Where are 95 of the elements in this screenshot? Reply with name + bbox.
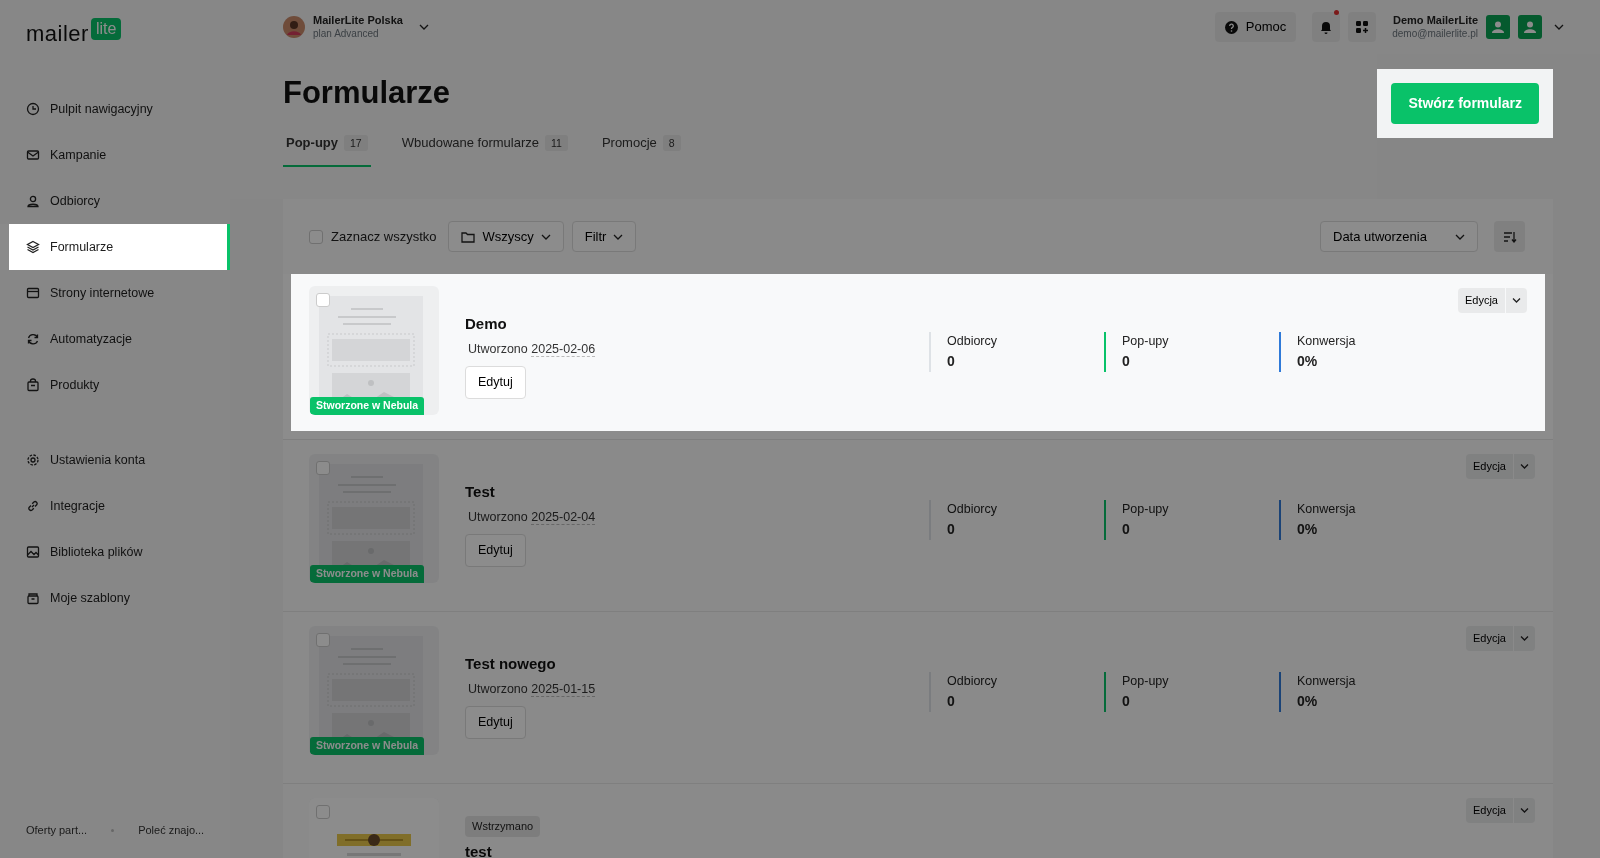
dropdown-button[interactable] — [1514, 626, 1535, 651]
nebula-badge: Stworzone w Nebula — [310, 565, 425, 583]
logo-text: mailer — [26, 20, 89, 48]
sidebar-item[interactable]: Formularze — [9, 224, 230, 270]
sort-icon — [1502, 230, 1517, 243]
page-title: Formularze — [283, 74, 452, 112]
row-checkbox[interactable] — [316, 805, 330, 819]
stat-value: 0 — [947, 691, 956, 711]
user-email: demo@mailerlite.pl — [1392, 27, 1478, 41]
tab[interactable]: Promocje 8 — [598, 133, 684, 167]
dropdown-button[interactable] — [1514, 454, 1535, 479]
plan-name: plan Advanced — [313, 27, 380, 41]
chevron-down-icon — [1455, 233, 1465, 240]
user-avatar-icon[interactable] — [1518, 15, 1542, 39]
stat-value: 0 — [1122, 519, 1131, 539]
status-badge: Wstrzymano — [465, 816, 541, 837]
edit-menu-button[interactable]: Edycja — [1465, 454, 1513, 479]
stat-label: Odbiorcy — [947, 673, 999, 690]
edit-button[interactable]: Edytuj — [465, 534, 526, 567]
stat-value: 0 — [947, 519, 956, 539]
bell-icon — [1320, 20, 1333, 34]
stat-value: 0% — [1297, 691, 1319, 711]
stat-label: Pop-upy — [1122, 501, 1170, 518]
created-date: Utworzono 2025-02-04 — [468, 508, 596, 527]
chevron-down-icon — [1520, 463, 1529, 469]
form-title[interactable]: Test — [465, 481, 495, 504]
row-checkbox[interactable] — [316, 633, 330, 647]
chevron-down-icon — [613, 233, 624, 240]
nebula-badge: Stworzone w Nebula — [310, 397, 425, 415]
stat-value: 0% — [1297, 519, 1319, 539]
envelope-icon — [26, 148, 40, 162]
browser-icon — [26, 286, 40, 300]
stat-label: Pop-upy — [1122, 333, 1170, 350]
image-icon — [26, 545, 40, 559]
stat-label: Konwersja — [1297, 333, 1357, 350]
chevron-down-icon — [540, 233, 551, 240]
folder-dropdown[interactable]: Wszyscy — [448, 221, 564, 252]
edit-button[interactable]: Edytuj — [465, 366, 526, 399]
clock-icon — [26, 102, 40, 116]
form-title[interactable]: test — [465, 840, 492, 858]
tab[interactable]: Wbudowane formularze 11 — [398, 133, 571, 167]
folder-icon — [461, 230, 476, 243]
row-checkbox[interactable] — [316, 293, 330, 307]
stat-value: 0 — [947, 351, 956, 371]
logo-badge: lite — [90, 18, 122, 40]
stat-value: 0 — [1122, 351, 1131, 371]
person-icon — [26, 194, 40, 208]
edit-menu-button[interactable]: Edycja — [1457, 288, 1505, 313]
refresh-icon — [26, 332, 40, 346]
sort-dropdown[interactable]: Data utworzenia — [1320, 221, 1478, 252]
filter-dropdown[interactable]: Filtr — [571, 221, 637, 252]
stat-label: Odbiorcy — [947, 333, 999, 350]
form-title[interactable]: Test nowego — [465, 653, 556, 676]
stat-label: Odbiorcy — [947, 501, 999, 518]
stat-value: 0% — [1297, 351, 1319, 371]
select-all-checkbox[interactable]: Zaznacz wszystko — [309, 226, 437, 247]
person-icon — [1524, 21, 1536, 33]
tab[interactable]: Pop-upy 17 — [283, 133, 371, 167]
bag-icon — [26, 378, 40, 392]
edit-button[interactable]: Edytuj — [465, 706, 526, 739]
user-name: Demo MailerLite — [1392, 13, 1478, 28]
person-icon — [1492, 21, 1504, 33]
chevron-down-icon — [1520, 635, 1529, 641]
user-avatar-icon[interactable] — [1486, 15, 1510, 39]
dropdown-button[interactable] — [1514, 798, 1535, 823]
form-title[interactable]: Demo — [465, 313, 507, 336]
stat-value: 0 — [1122, 691, 1131, 711]
row-checkbox[interactable] — [316, 461, 330, 475]
created-date: Utworzono 2025-01-15 — [468, 680, 596, 699]
edit-menu-button[interactable]: Edycja — [1465, 798, 1513, 823]
notifications-button[interactable] — [1312, 12, 1341, 42]
gear-icon — [26, 453, 40, 467]
sort-order-button[interactable] — [1494, 221, 1525, 252]
dropdown-button[interactable] — [1506, 288, 1527, 313]
chevron-down-icon — [1520, 807, 1529, 813]
avatar-icon — [283, 16, 305, 38]
edit-menu-button[interactable]: Edycja — [1465, 626, 1513, 651]
stat-label: Konwersja — [1297, 673, 1357, 690]
archive-icon — [26, 591, 40, 605]
footer-link[interactable]: Oferty part... — [26, 821, 88, 838]
nebula-badge: Stworzone w Nebula — [310, 737, 425, 755]
layers-icon — [26, 240, 40, 254]
apps-icon — [1356, 21, 1369, 33]
created-date: Utworzono 2025-02-06 — [468, 340, 596, 359]
help-button[interactable]: Pomoc — [1214, 12, 1297, 42]
link-icon — [26, 499, 40, 513]
account-name: MailerLite Polska — [313, 13, 403, 28]
chevron-down-icon[interactable] — [1554, 24, 1564, 30]
apps-button[interactable] — [1348, 12, 1377, 42]
stat-label: Pop-upy — [1122, 673, 1170, 690]
chevron-down-icon — [1512, 297, 1521, 303]
footer-link[interactable]: Poleć znajo... — [138, 821, 205, 838]
chevron-down-icon[interactable] — [418, 24, 429, 30]
help-icon — [1224, 20, 1238, 34]
stat-label: Konwersja — [1297, 501, 1357, 518]
